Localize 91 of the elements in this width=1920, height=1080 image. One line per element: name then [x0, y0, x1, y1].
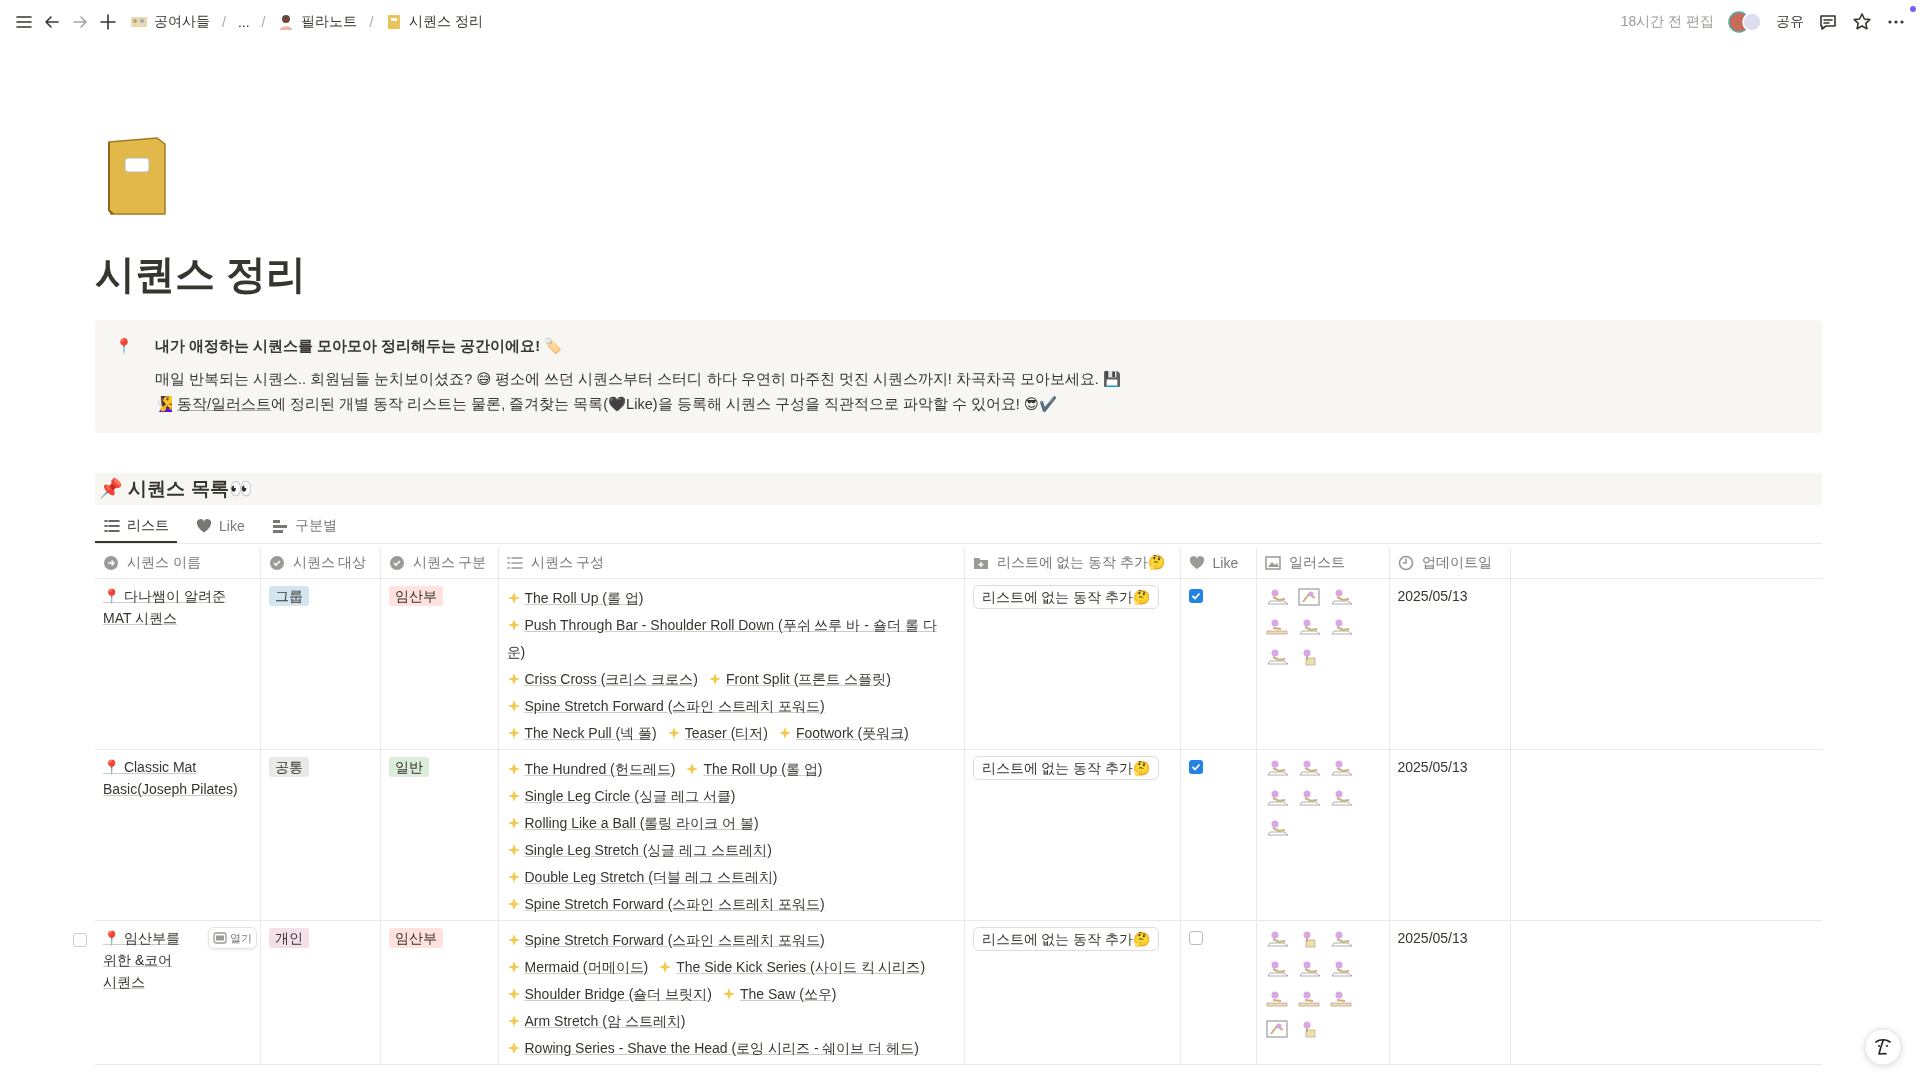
column-header[interactable]: 시퀀스 이름	[103, 554, 252, 572]
view-tab[interactable]: 리스트	[95, 513, 177, 543]
tag-label: 그룹	[268, 586, 309, 606]
view-tab[interactable]: Like	[187, 513, 253, 543]
breadcrumb-link[interactable]: ...	[233, 12, 254, 32]
move-link[interactable]: Push Through Bar - Shoulder Roll Down (푸쉬 쓰루 바 - 숄더 롤 다운)	[506, 612, 946, 666]
row-title[interactable]: 📍 임산부를 위한 &코어 시퀀스	[103, 927, 200, 993]
move-link[interactable]: Shoulder Bridge (숄더 브릿지)	[506, 981, 712, 1008]
move-link[interactable]: Arm Stretch (암 스트레치)	[506, 1008, 686, 1035]
open-button[interactable]: 열기	[207, 927, 257, 949]
move-link[interactable]: Footwork (풋워크)	[778, 720, 909, 747]
move-link[interactable]: Teaser (티저)	[666, 720, 768, 747]
row-checkbox[interactable]	[73, 933, 87, 947]
tag-label: 임산부	[388, 586, 443, 606]
pin-icon: 📍	[115, 334, 135, 417]
move-link[interactable]: The Roll Up (롤 업)	[506, 585, 644, 612]
move-link[interactable]: Spine Stretch Forward (스파인 스트레치 포워드)	[506, 891, 825, 918]
move-link[interactable]: The Side Kick Series (사이드 킥 시리즈)	[658, 954, 926, 981]
column-header[interactable]: Like	[1188, 555, 1248, 571]
move-link[interactable]: Spine Stretch Forward (스파인 스트레치 포워드)	[506, 693, 825, 720]
breadcrumb-separator: /	[222, 14, 226, 30]
breadcrumb-separator: /	[369, 14, 374, 30]
column-header[interactable]: 시퀀스 구성	[506, 554, 956, 572]
move-link[interactable]: The Roll Up (롤 업)	[685, 756, 823, 783]
breadcrumb-separator: /	[261, 14, 266, 30]
callout-text: 매일 반복되는 시퀀스.. 회원님들 눈치보이셨죠? 😅 평소에 쓰던 시퀀스부터 스터디 하다 우연히 마주친 멋진 시퀀스까지! 차곡차곡 모아보세요. 💾	[155, 370, 1121, 389]
tag-label: 임산부	[388, 928, 443, 948]
move-link[interactable]: Criss Cross (크리스 크로스)	[506, 666, 698, 693]
edited-time: 18시간 전 편집	[1620, 13, 1714, 31]
move-link[interactable]: The Saw (쏘우)	[722, 981, 837, 1008]
add-move-button[interactable]: 리스트에 없는 동작 추가🤔	[972, 756, 1160, 780]
breadcrumb-link[interactable]: 시퀀스 정리	[381, 11, 488, 33]
move-link[interactable]: Mermaid (머메이드)	[506, 954, 649, 981]
date-text: 2025/05/13	[1397, 759, 1468, 775]
star-icon[interactable]	[1852, 12, 1872, 32]
column-header[interactable]: 리스트에 없는 동작 추가🤔	[972, 554, 1172, 572]
sparkle-icon	[722, 987, 736, 1001]
like-checkbox[interactable]	[1188, 760, 1203, 774]
panel-icon	[212, 932, 227, 944]
row-title[interactable]: 📍 Classic Mat Basic(Joseph Pilates)	[103, 756, 252, 800]
sparkle-icon	[685, 762, 700, 776]
add-move-button[interactable]: 리스트에 없는 동작 추가🤔	[972, 927, 1160, 951]
tag-label: 개인	[268, 928, 309, 948]
heart-icon	[195, 517, 213, 535]
move-link[interactable]: Single Leg Stretch (싱글 레그 스트레치)	[506, 837, 772, 864]
move-link[interactable]: Front Split (프론트 스플릿)	[707, 666, 891, 693]
column-header[interactable]: 업데이트일	[1397, 554, 1502, 572]
date-text: 2025/05/13	[1397, 588, 1468, 604]
list-icon	[103, 517, 121, 535]
list-icon	[506, 555, 523, 571]
avatar-icon	[1728, 11, 1762, 33]
comment-icon[interactable]	[1818, 12, 1838, 32]
heart-icon	[1188, 555, 1205, 571]
tag-label: 일반	[388, 757, 429, 777]
folder-plus-icon	[972, 555, 989, 571]
like-checkbox[interactable]	[1188, 931, 1203, 945]
page-link[interactable]: 동작/일러스트	[177, 396, 272, 412]
move-link[interactable]: Rowing Series - Shave the Head (로잉 시리즈 - 쉐이브 더 헤드)	[506, 1035, 919, 1062]
column-header[interactable]: 시퀀스 대상	[268, 554, 372, 572]
board-icon	[270, 517, 289, 535]
check-circle-icon	[268, 555, 285, 571]
move-link[interactable]: Spine Stretch Forward (스파인 스트레치 포워드)	[506, 927, 825, 954]
move-link[interactable]: Rolling Like a Ball (롤링 라이크 어 볼)	[506, 810, 759, 837]
breadcrumb-link[interactable]: 필라노트	[273, 11, 362, 33]
callout-heading: 내가 애정하는 시퀀스를 모아모아 정리해두는 공간이에요! 🏷	[155, 337, 563, 356]
notification-dot	[1910, 6, 1916, 12]
date-text: 2025/05/13	[1397, 930, 1468, 946]
plus-icon[interactable]	[98, 12, 118, 32]
row-title[interactable]: 📍 다나쌤이 알려준 MAT 시퀀스	[103, 585, 252, 629]
section-heading: 📌 시퀀스 목록👀	[95, 473, 1822, 505]
share-button[interactable]: 공유	[1776, 13, 1804, 31]
help-button-icon[interactable]	[1864, 1028, 1902, 1066]
move-link[interactable]: The Neck Pull (넥 풀)	[506, 720, 657, 747]
sparkle-icon	[658, 960, 673, 974]
check-circle-icon	[388, 555, 405, 571]
image-icon	[1264, 555, 1281, 571]
move-link[interactable]: Double Leg Stretch (더블 레그 스트레치)	[506, 864, 778, 891]
view-tab[interactable]: 구분별	[262, 513, 345, 543]
callout-text: 🧏‍♀ 동작/일러스트에 정리된 개별 동작 리스트는 물론, 즐겨찾는 목록(🖤Like)을 등록해 시퀀스 구성을 직관적으로 파악할 수 있어요! 😎✔	[155, 395, 1058, 414]
add-move-button[interactable]: 리스트에 없는 동작 추가🤔	[972, 585, 1160, 609]
tag-label: 공통	[268, 757, 309, 777]
clock-icon	[1397, 555, 1414, 571]
column-header[interactable]: 일러스트	[1264, 554, 1381, 572]
sparkle-icon	[778, 726, 792, 740]
page-title: 시퀀스 정리	[95, 251, 308, 298]
breadcrumb-link[interactable]: 공여사들	[126, 11, 214, 33]
like-checkbox[interactable]	[1188, 589, 1203, 603]
move-link[interactable]: The Hundred (헌드레드)	[506, 756, 676, 783]
move-link[interactable]: Single Leg Circle (싱글 레그 서클)	[506, 783, 736, 810]
arrow-circle-icon	[103, 555, 119, 571]
column-header[interactable]: 시퀀스 구분	[388, 554, 490, 572]
